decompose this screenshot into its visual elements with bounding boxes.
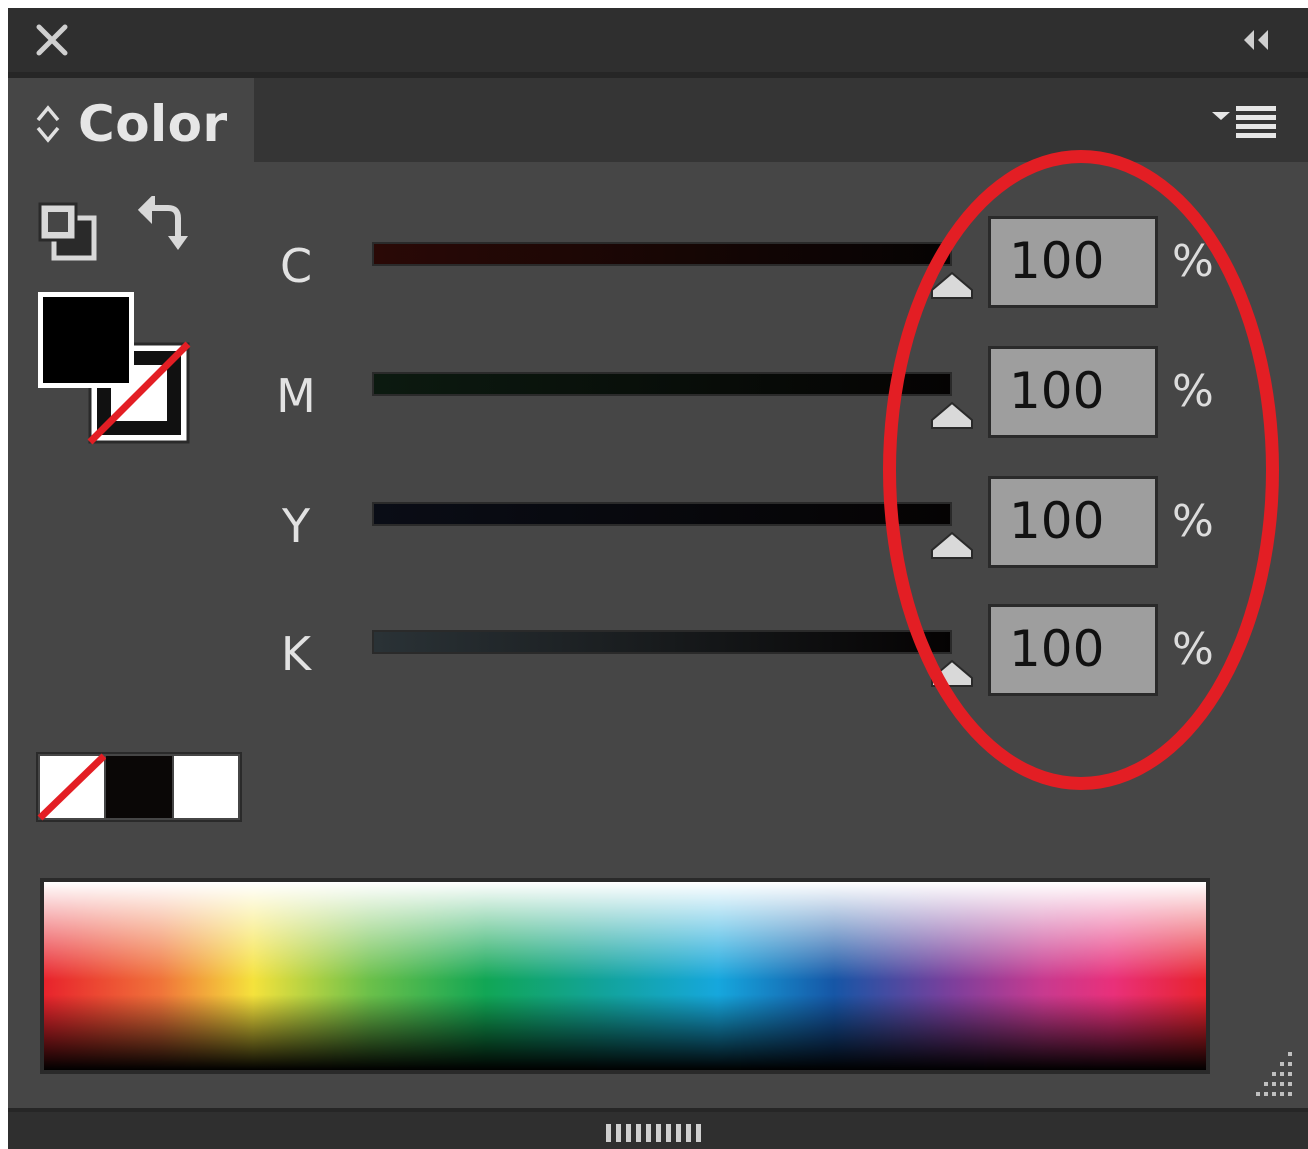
percent-unit-k: % xyxy=(1172,624,1214,675)
double-chevron-left-icon[interactable] xyxy=(1236,24,1276,56)
slider-track-c[interactable] xyxy=(372,242,952,266)
formatting-affects-container-icon[interactable] xyxy=(34,198,100,264)
drag-handle-icon[interactable] xyxy=(604,1122,704,1144)
slider-thumb-y[interactable] xyxy=(928,530,976,560)
up-down-arrows-icon[interactable] xyxy=(34,102,62,146)
resize-grip-icon[interactable] xyxy=(1252,1044,1296,1100)
swatch-none[interactable] xyxy=(37,753,107,821)
tab-color[interactable]: Color xyxy=(8,78,254,170)
panel-menu-icon[interactable] xyxy=(1208,104,1278,144)
slider-thumb-c[interactable] xyxy=(928,270,976,300)
panel-title-bar xyxy=(8,8,1308,78)
spectrum-shade-layer xyxy=(44,882,1206,1070)
percent-unit-c: % xyxy=(1172,236,1214,287)
slider-track-m[interactable] xyxy=(372,372,952,396)
tab-label: Color xyxy=(78,95,228,153)
value-field-m[interactable]: 100 xyxy=(988,346,1158,438)
panel-tab-row: Color xyxy=(8,78,1308,170)
slider-thumb-m[interactable] xyxy=(928,400,976,430)
value-field-y[interactable]: 100 xyxy=(988,476,1158,568)
fill-stroke-proxy[interactable] xyxy=(34,288,194,448)
swatch-black[interactable] xyxy=(106,756,172,818)
value-field-c[interactable]: 100 xyxy=(988,216,1158,308)
channel-label-y: Y xyxy=(281,499,311,553)
channel-label-k: K xyxy=(280,627,312,681)
swatch-white[interactable] xyxy=(174,756,238,818)
percent-unit-m: % xyxy=(1172,366,1214,417)
color-panel: Color C 100% M 100% Y 100% K 100% xyxy=(8,8,1308,1149)
slider-track-k[interactable] xyxy=(372,630,952,654)
close-icon[interactable] xyxy=(34,22,70,58)
slider-thumb-k[interactable] xyxy=(928,658,976,688)
fill-swatch[interactable] xyxy=(38,292,134,388)
color-spectrum-ramp[interactable] xyxy=(40,878,1210,1074)
percent-unit-y: % xyxy=(1172,496,1214,547)
value-field-k[interactable]: 100 xyxy=(988,604,1158,696)
quick-swatches xyxy=(36,752,242,822)
channel-label-c: C xyxy=(279,239,313,293)
panel-bottom-bar xyxy=(8,1108,1308,1149)
swap-fill-stroke-icon[interactable] xyxy=(134,196,198,260)
slider-track-y[interactable] xyxy=(372,502,952,526)
channel-label-m: M xyxy=(276,369,316,423)
